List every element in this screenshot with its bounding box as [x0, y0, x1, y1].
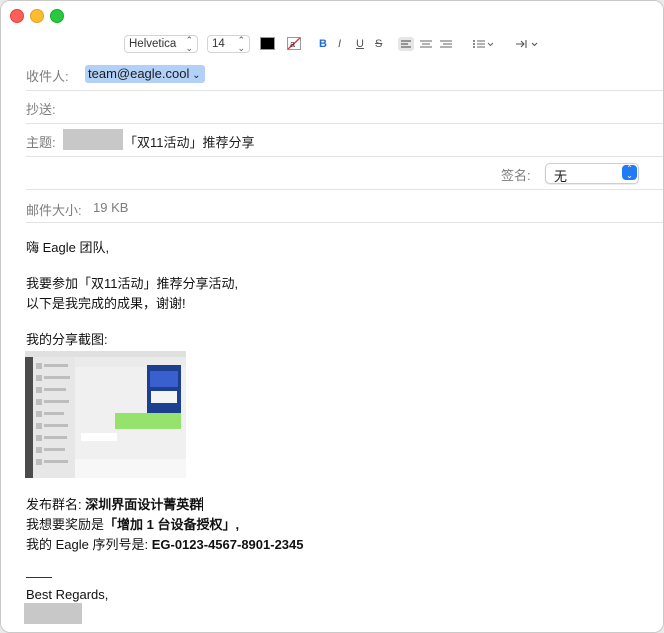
redacted-block [63, 129, 123, 150]
close-window-button[interactable] [10, 9, 24, 23]
redacted-name-block [24, 603, 82, 624]
message-size-row: 邮件大小: 19 KB [26, 190, 663, 223]
recipient-token[interactable]: team@eagle.cool ⌄ [85, 65, 205, 83]
signature-dash: —— [26, 569, 52, 584]
chevron-down-icon: ⌄ [189, 70, 201, 81]
font-family-value: Helvetica [129, 37, 177, 50]
align-center-icon [420, 40, 432, 47]
bulleted-list-icon [473, 39, 494, 48]
to-label: 收件人: [26, 69, 69, 84]
regards-line: Best Regards, [26, 587, 109, 602]
subject-text: 「双11活动」推荐分享 [124, 135, 255, 150]
font-size-value: 14 [212, 37, 225, 50]
underline-button[interactable]: U [356, 35, 364, 52]
serial-value: EG-0123-4567-8901-2345 [151, 537, 304, 552]
reward-label: 我想要奖励是 [26, 517, 105, 532]
screenshot-label: 我的分享截图: [26, 332, 108, 347]
chat-app-screenshot-graphic [25, 351, 186, 478]
color-swatch-icon [260, 37, 275, 50]
italic-button[interactable]: I [338, 35, 341, 52]
group-label: 发布群名: [26, 497, 82, 512]
reward-value: 「增加 1 台设备授权」, [104, 517, 240, 532]
align-right-icon [440, 40, 452, 47]
group-line: 发布群名: 深圳界面设计菁英群 [26, 496, 204, 514]
up-down-chevron-icon: ⌃ ⌄ [622, 165, 637, 180]
indent-icon [516, 39, 538, 48]
highlight-color-icon: a [287, 37, 301, 50]
message-size-value: 19 KB [93, 200, 129, 215]
signature-label: 签名: [501, 168, 531, 183]
recipient-address: team@eagle.cool [88, 66, 190, 81]
font-family-select[interactable]: Helvetica ⌃ ⌄ [124, 34, 198, 53]
font-size-select[interactable]: 14 ⌃ ⌄ [207, 34, 250, 53]
svg-text:a: a [290, 39, 295, 49]
list-style-button[interactable] [472, 35, 494, 52]
cc-label: 抄送: [26, 102, 56, 117]
subject-field-row[interactable]: 主题: 「双11活动」推荐分享 [26, 124, 663, 157]
share-screenshot-image[interactable] [25, 351, 186, 478]
cc-field-row[interactable]: 抄送: [26, 91, 663, 124]
highlight-color-button[interactable]: a [287, 35, 301, 52]
serial-label: 我的 Eagle 序列号是: [26, 537, 149, 552]
mail-compose-window: Helvetica ⌃ ⌄ 14 ⌃ ⌄ a B I U S 收件人: team… [0, 0, 664, 633]
align-center-button[interactable] [419, 35, 433, 52]
bold-button[interactable]: B [319, 35, 327, 52]
body-line-2: 以下是我完成的成果，谢谢! [26, 296, 186, 311]
message-size-label: 邮件大小: [26, 203, 82, 218]
text-color-button[interactable] [260, 35, 275, 52]
subject-label: 主题: [26, 135, 56, 150]
signature-value: 无 [554, 169, 568, 184]
group-value: 深圳界面设计菁英群 [85, 497, 203, 512]
maximize-window-button[interactable] [50, 9, 64, 23]
signature-select[interactable]: 无 ⌃ ⌄ [545, 163, 639, 184]
to-field-row: 收件人: team@eagle.cool ⌄ [26, 58, 663, 91]
serial-line: 我的 Eagle 序列号是: EG-0123-4567-8901-2345 [26, 536, 304, 554]
align-right-button[interactable] [439, 35, 453, 52]
strikethrough-button[interactable]: S [375, 35, 382, 52]
align-left-icon [398, 36, 414, 51]
body-line-1: 我要参加「双11活动」推荐分享活动, [26, 276, 239, 291]
title-bar: Helvetica ⌃ ⌄ 14 ⌃ ⌄ a B I U S [1, 1, 663, 57]
text-cursor [202, 497, 204, 511]
align-left-button[interactable] [398, 35, 414, 52]
up-down-chevron-icon: ⌃ ⌄ [237, 34, 245, 53]
greeting-line: 嗨 Eagle 团队, [26, 240, 110, 255]
reward-line: 我想要奖励是「增加 1 台设备授权」, [26, 516, 239, 534]
indent-button[interactable] [515, 35, 539, 52]
up-down-chevron-icon: ⌃ ⌄ [185, 34, 193, 53]
minimize-window-button[interactable] [30, 9, 44, 23]
